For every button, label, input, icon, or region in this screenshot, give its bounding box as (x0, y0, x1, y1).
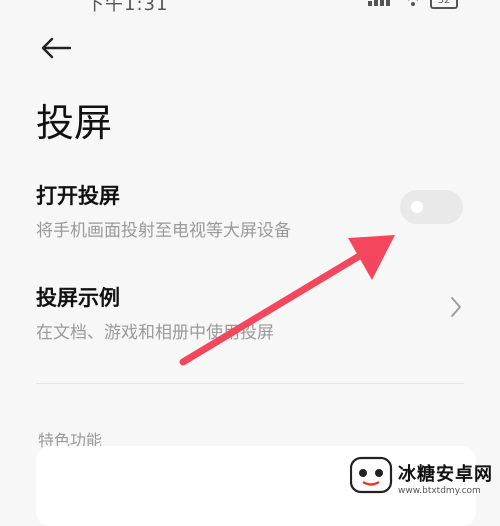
watermark-logo (349, 456, 394, 500)
watermark-url: www.btxtdmy.com (398, 485, 481, 496)
watermark-text: 冰糖安卓网 www.btxtdmy.com (398, 460, 493, 496)
watermark-name: 冰糖安卓网 (398, 463, 493, 485)
watermark: 冰糖安卓网 www.btxtdmy.com (349, 455, 500, 500)
annotation-arrow (179, 235, 395, 366)
